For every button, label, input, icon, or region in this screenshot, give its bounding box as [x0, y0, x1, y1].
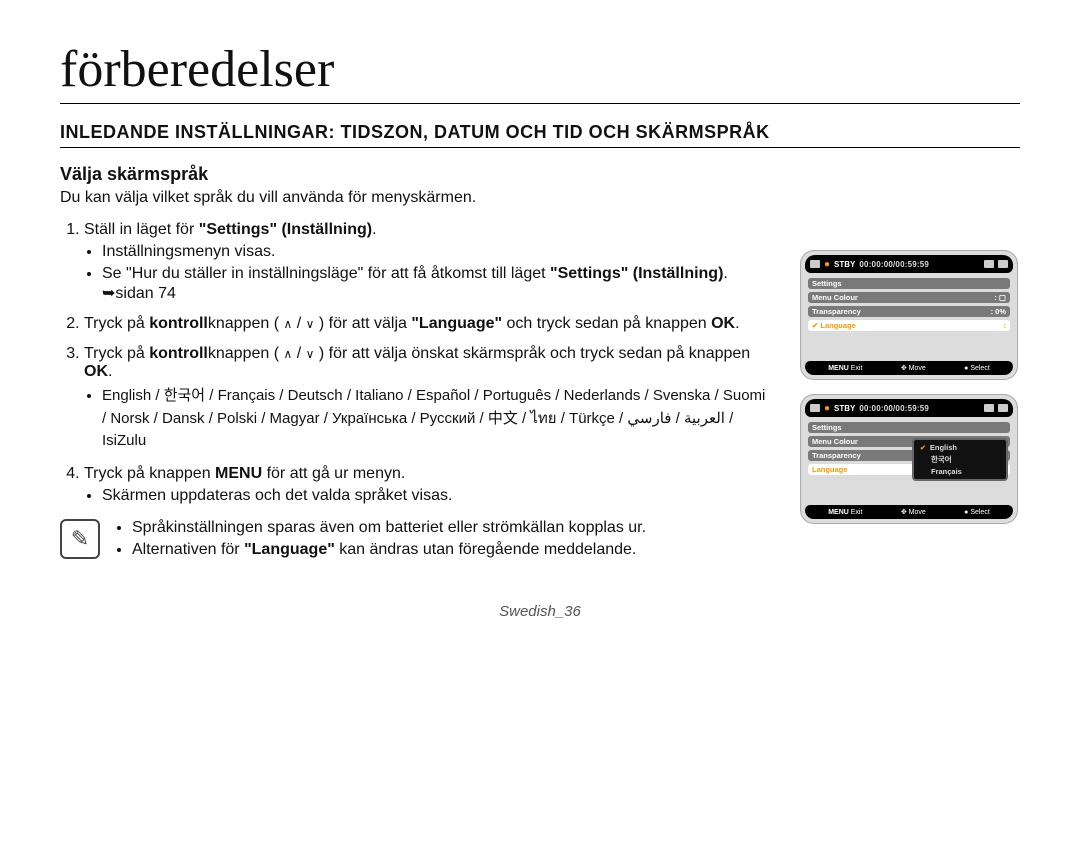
step-4: Tryck på knappen MENU för att gå ur meny…	[84, 465, 770, 505]
menu-row-transparency: Transparency: 0%	[808, 306, 1010, 317]
menu-row-colour: Menu Colour: ▢	[808, 292, 1010, 303]
camera-icon	[810, 260, 820, 268]
preview-screen-1: ● STBY 00:00:00/00:59:59 Settings Menu C…	[800, 250, 1018, 380]
stby-label: STBY	[834, 404, 855, 413]
bot-move-label: ✥ Move	[901, 364, 926, 372]
note-icon: ✎	[60, 519, 100, 559]
battery-icon	[998, 404, 1008, 412]
record-dot-icon: ●	[824, 403, 830, 414]
camera-icon	[810, 404, 820, 412]
note-1: Språkinställningen sparas även om batter…	[132, 519, 646, 537]
step-3: Tryck på kontrollknappen ( ∧ / ∨ ) för a…	[84, 345, 770, 453]
card-icon	[984, 260, 994, 268]
record-dot-icon: ●	[824, 259, 830, 270]
bot-menu-label: MENU Exit	[828, 365, 862, 372]
language-popup: ✔English 한국어 Français	[912, 438, 1008, 481]
subsection-heading: Välja skärmspråk	[60, 164, 1020, 185]
menu-row-settings: Settings	[808, 422, 1010, 433]
page-footer: Swedish_36	[60, 603, 1020, 620]
bot-select-label: ● Select	[964, 365, 990, 372]
step-2: Tryck på kontrollknappen ( ∧ / ∨ ) för a…	[84, 315, 770, 333]
battery-icon	[998, 260, 1008, 268]
popup-option-english: ✔English	[916, 442, 1004, 453]
timecode-label: 00:00:00/00:59:59	[859, 260, 929, 269]
note-block: ✎ Språkinställningen sparas även om batt…	[60, 519, 770, 563]
bot-move-label: ✥ Move	[901, 508, 926, 516]
language-list: English / 한국어 / Français / Deutsch / Ita…	[102, 385, 770, 453]
step-4-bullet: Skärmen uppdateras och det valda språket…	[102, 487, 770, 505]
intro-text: Du kan välja vilket språk du vill använd…	[60, 189, 1020, 207]
menu-row-language: ✔ Language:	[808, 320, 1010, 331]
menu-row-settings: Settings	[808, 278, 1010, 289]
preview-screen-2: ● STBY 00:00:00/00:59:59 Settings Menu C…	[800, 394, 1018, 524]
section-heading: INLEDANDE INSTÄLLNINGAR: TIDSZON, DATUM …	[60, 122, 1020, 148]
step-1-bullet-2: Se "Hur du ställer in inställningsläge" …	[102, 265, 770, 303]
popup-option-korean: 한국어	[916, 453, 1004, 466]
card-icon	[984, 404, 994, 412]
steps-list: Ställ in läget för "Settings" (Inställni…	[60, 221, 770, 505]
step-1-bullet-1: Inställningsmenyn visas.	[102, 243, 770, 261]
bot-select-label: ● Select	[964, 509, 990, 516]
note-2: Alternativen för "Language" kan ändras u…	[132, 541, 646, 559]
popup-option-francais: Français	[916, 466, 1004, 477]
bot-menu-label: MENU Exit	[828, 509, 862, 516]
timecode-label: 00:00:00/00:59:59	[859, 404, 929, 413]
step-1: Ställ in läget för "Settings" (Inställni…	[84, 221, 770, 303]
stby-label: STBY	[834, 260, 855, 269]
page-title: förberedelser	[60, 40, 1020, 104]
